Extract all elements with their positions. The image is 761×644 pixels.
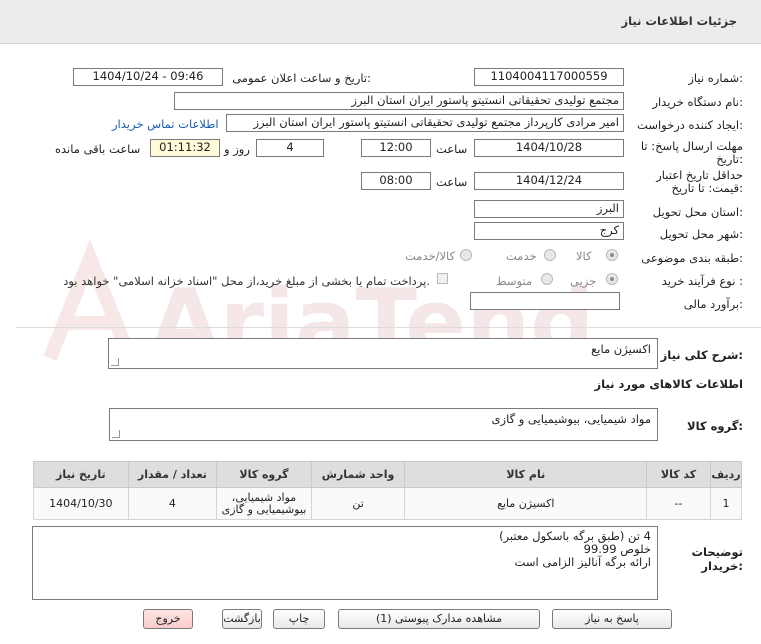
city-field[interactable]: کرج (474, 222, 624, 240)
process-radio-minor[interactable] (606, 273, 618, 285)
deadline-time-field[interactable]: 12:00 (361, 139, 431, 157)
deadline-label: مهلت ارسال پاسخ: تا (640, 139, 743, 153)
estimate-field[interactable] (470, 292, 620, 310)
buyer-note-line: 4 تن (طبق برگه باسکول معتبر) (499, 529, 651, 543)
col-header-code: کد کالا (646, 461, 711, 488)
page-title: جزئیات اطلاعات نیاز (621, 14, 737, 28)
announce-field[interactable]: 1404/10/24 - 09:46 (73, 68, 223, 86)
creator-field[interactable]: امیر مرادی کارپرداز مجتمع تولیدی تحقیقات… (226, 114, 624, 132)
buyer-org-label: نام دستگاه خریدار: (652, 95, 743, 109)
col-header-name: نام کالا (404, 461, 648, 488)
category-radio-goods-service[interactable] (460, 249, 472, 261)
cell-unit: تن (310, 487, 406, 520)
buyer-notes-label: توضیحات (691, 545, 744, 559)
province-label: استان محل تحویل: (652, 205, 743, 219)
treasury-payment-note: پرداخت تمام یا بخشی از مبلغ خرید،از محل … (63, 274, 430, 288)
cell-quantity: 4 (127, 487, 218, 520)
validity-label-2: قیمت: تا تاریخ: (671, 181, 743, 195)
cell-code: -- (646, 487, 711, 520)
category-option-goods: کالا (576, 249, 592, 263)
process-radio-medium[interactable] (541, 273, 553, 285)
back-button[interactable]: بازگشت (222, 609, 262, 629)
col-header-row-number: ردیف (709, 461, 743, 488)
category-radio-service[interactable] (544, 249, 556, 261)
buyer-org-field[interactable]: مجتمع تولیدی تحقیقاتی انستیتو پاستور ایر… (174, 92, 624, 110)
need-number-label: شماره نیاز: (688, 71, 743, 85)
exit-button[interactable]: خروج (143, 609, 193, 629)
summary-textarea[interactable]: اکسیژن مایع (108, 338, 658, 369)
goods-group-text: مواد شیمیایی، بیوشیمیایی و گازی (491, 412, 651, 426)
remaining-time-field: 01:11:32 (150, 139, 220, 157)
process-label: نوع فرآیند خرید : (661, 274, 743, 288)
print-button[interactable]: چاپ (273, 609, 325, 629)
process-option-medium: متوسط (496, 274, 533, 288)
validity-label: حداقل تاریخ اعتبار (656, 168, 743, 182)
cell-group: مواد شیمیایی، بیوشیمیایی و گازی (216, 487, 312, 520)
buyer-note-line: ارائه برگه آنالیز الزامی است (514, 555, 651, 569)
province-field[interactable]: البرز (474, 200, 624, 218)
reply-to-need-button[interactable]: پاسخ به نیاز (552, 609, 672, 629)
goods-group-textarea[interactable]: مواد شیمیایی، بیوشیمیایی و گازی (109, 408, 658, 441)
days-and-label: روز و (224, 142, 250, 156)
validity-time-label: ساعت (436, 175, 468, 189)
process-option-minor: جزیی (570, 274, 597, 288)
deadline-time-label: ساعت (436, 142, 468, 156)
category-label: طبقه بندی موضوعی: (641, 251, 743, 265)
creator-label: ایجاد کننده درخواست: (637, 118, 743, 132)
table-header-row: ردیف کد کالا نام کالا واحد شمارش گروه کا… (33, 461, 743, 488)
resize-handle-icon[interactable] (111, 358, 119, 366)
estimate-label: برآورد مالی: (683, 297, 743, 311)
buyer-notes-textarea[interactable]: 4 تن (طبق برگه باسکول معتبر) خلوص 99.99 … (32, 526, 658, 600)
buyer-notes-label-2: خریدار: (701, 559, 743, 573)
col-header-unit: واحد شمارش (310, 461, 406, 488)
cell-name: اکسیژن مایع (404, 487, 648, 520)
category-option-service: خدمت (506, 249, 537, 263)
treasury-payment-checkbox[interactable] (437, 273, 448, 284)
items-section-title: اطلاعات کالاهای مورد نیاز (594, 377, 743, 391)
goods-group-label: گروه کالا: (687, 419, 743, 433)
category-option-goods-service: کالا/خدمت (405, 249, 456, 263)
deadline-label-2: تاریخ: (716, 152, 743, 166)
days-field[interactable]: 4 (256, 139, 324, 157)
announce-label: تاریخ و ساعت اعلان عمومی: (232, 71, 371, 85)
city-label: شهر محل تحویل: (659, 227, 743, 241)
panel-header: جزئیات اطلاعات نیاز (0, 0, 761, 44)
category-radio-goods[interactable] (606, 249, 618, 261)
cell-need-date: 1404/10/30 (33, 487, 129, 520)
col-header-group: گروه کالا (216, 461, 312, 488)
cell-row-number: 1 (709, 487, 743, 520)
validity-date-field[interactable]: 1404/12/24 (474, 172, 624, 190)
validity-time-field[interactable]: 08:00 (361, 172, 431, 190)
summary-label: شرح کلی نیاز: (660, 348, 743, 362)
summary-text: اکسیژن مایع (591, 342, 651, 356)
col-header-need-date: تاریخ نیاز (33, 461, 129, 488)
buyer-contact-link[interactable]: اطلاعات تماس خریدار (112, 117, 219, 131)
section-divider (16, 327, 761, 328)
col-header-quantity: تعداد / مقدار (127, 461, 218, 488)
view-attachments-button[interactable]: مشاهده مدارک پیوستی (1) (338, 609, 540, 629)
deadline-date-field[interactable]: 1404/10/28 (474, 139, 624, 157)
remaining-label: ساعت باقی مانده (55, 142, 141, 156)
need-number-field[interactable]: 1104004117000559 (474, 68, 624, 86)
table-row[interactable]: 1 -- اکسیژن مایع تن مواد شیمیایی، بیوشیم… (33, 487, 743, 520)
items-table: ردیف کد کالا نام کالا واحد شمارش گروه کا… (33, 461, 743, 520)
resize-handle-icon[interactable] (112, 430, 120, 438)
